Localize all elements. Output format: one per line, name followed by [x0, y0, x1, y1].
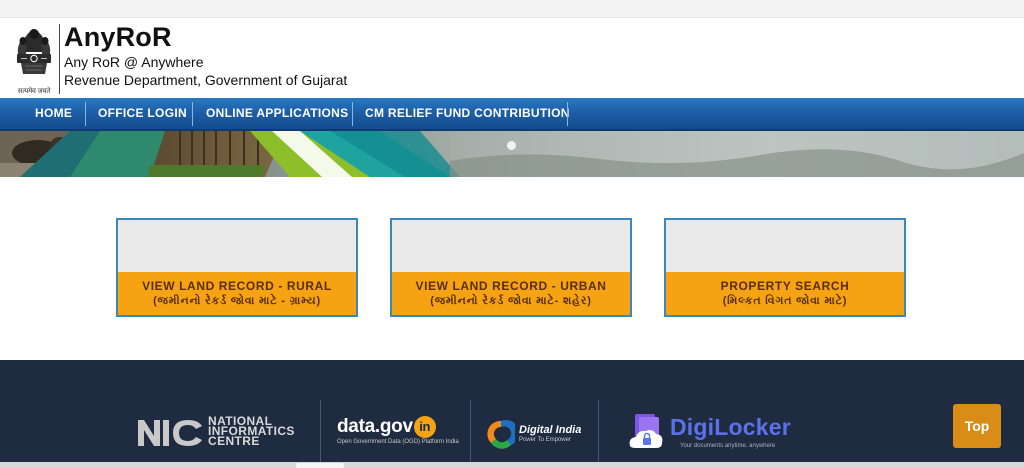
- card-view-land-record-rural[interactable]: VIEW LAND RECORD - RURAL (જમીનનો રેકર્ડ …: [116, 218, 358, 317]
- datagov-in-badge: in: [413, 416, 436, 438]
- digital-india-title: Digital India: [519, 424, 582, 436]
- nic-logo-text: NATIONAL INFORMATICS CENTRE: [208, 415, 295, 447]
- brand-block: AnyRoR Any RoR @ Anywhere Revenue Depart…: [64, 20, 347, 89]
- digilocker-logo[interactable]: DigiLocker Your documents anytime, anywh…: [628, 412, 791, 457]
- footer-separator: [470, 400, 471, 464]
- card-title: PROPERTY SEARCH: [720, 279, 850, 293]
- page: सत्यमेव जयते AnyRoR Any RoR @ Anywhere R…: [0, 0, 1024, 468]
- card-title: VIEW LAND RECORD - RURAL: [142, 279, 332, 293]
- nav-item-office-login[interactable]: OFFICE LOGIN: [98, 98, 187, 129]
- top-strip: [0, 0, 1024, 18]
- emblem-motto: सत्यमेव जयते: [17, 88, 51, 95]
- card-label-area: VIEW LAND RECORD - RURAL (જમીનનો રેકર્ડ …: [118, 272, 356, 315]
- horizontal-scrollbar[interactable]: [0, 462, 1024, 468]
- datagov-wordmark: data.gov in: [337, 416, 459, 438]
- header-divider: [59, 24, 60, 94]
- back-to-top-button[interactable]: Top: [953, 404, 1001, 448]
- card-label-area: VIEW LAND RECORD - URBAN (જમીનનો રેકર્ડ …: [392, 272, 630, 315]
- card-subtitle: (મિલ્કત વિગત જોવા માટે): [722, 295, 848, 307]
- department-name: Revenue Department, Government of Gujara…: [64, 72, 348, 88]
- nav-separator: [192, 102, 193, 126]
- main-nav: HOME OFFICE LOGIN ONLINE APPLICATIONS CM…: [0, 98, 1024, 131]
- nic-logo-icon[interactable]: [138, 418, 204, 453]
- digilocker-icon: [629, 414, 663, 448]
- card-image-area: [118, 220, 356, 272]
- card-title: VIEW LAND RECORD - URBAN: [415, 279, 607, 293]
- app-name: AnyRoR: [64, 22, 172, 52]
- card-image-area: [666, 220, 904, 272]
- footer-separator: [320, 400, 321, 464]
- digital-india-subtitle: Power To Empower: [519, 437, 571, 443]
- card-view-land-record-urban[interactable]: VIEW LAND RECORD - URBAN (જમીનનો રેકર્ડ …: [390, 218, 632, 317]
- nav-item-online-applications[interactable]: ONLINE APPLICATIONS: [206, 98, 348, 129]
- digilocker-subtitle: Your documents anytime, anywhere: [680, 443, 776, 449]
- card-label-area: PROPERTY SEARCH (મિલ્કત વિગત જોવા માટે): [666, 272, 904, 315]
- card-subtitle: (જમીનનો રેકર્ડ જોવા માટે- શહેર): [430, 295, 592, 307]
- nav-item-home[interactable]: HOME: [35, 98, 72, 129]
- datagov-subtitle: Open Government Data (OGD) Platform Indi…: [337, 439, 459, 445]
- digital-india-logo[interactable]: Digital India Power To Empower: [487, 419, 581, 454]
- datagov-main: data.gov: [337, 416, 413, 437]
- card-image-area: [392, 220, 630, 272]
- hero-banner: [0, 131, 1024, 177]
- carousel-dot[interactable]: [507, 141, 516, 150]
- state-emblem-icon: [12, 22, 56, 94]
- nav-separator: [352, 102, 353, 126]
- nav-separator: [567, 102, 568, 126]
- footer-separator: [598, 400, 599, 464]
- site-footer: NATIONAL INFORMATICS CENTRE data.gov in O…: [0, 360, 1024, 468]
- banner-graphic: [0, 131, 1024, 177]
- nav-separator: [85, 102, 86, 126]
- digilocker-title: DigiLocker: [670, 414, 791, 440]
- scrollbar-thumb[interactable]: [296, 463, 344, 468]
- card-property-search[interactable]: PROPERTY SEARCH (મિલ્કત વિગત જોવા માટે): [664, 218, 906, 317]
- site-header: सत्यमेव जयते AnyRoR Any RoR @ Anywhere R…: [0, 18, 1024, 98]
- datagov-logo[interactable]: data.gov in Open Government Data (OGD) Pl…: [337, 416, 459, 445]
- card-subtitle: (જમીનનો રેકર્ડ જોવા માટે - ગ્રામ્ય): [153, 295, 321, 307]
- digital-india-icon: [487, 420, 519, 449]
- app-tagline: Any RoR @ Anywhere: [64, 54, 204, 70]
- nav-item-cm-relief-fund[interactable]: CM RELIEF FUND CONTRIBUTION: [365, 98, 570, 129]
